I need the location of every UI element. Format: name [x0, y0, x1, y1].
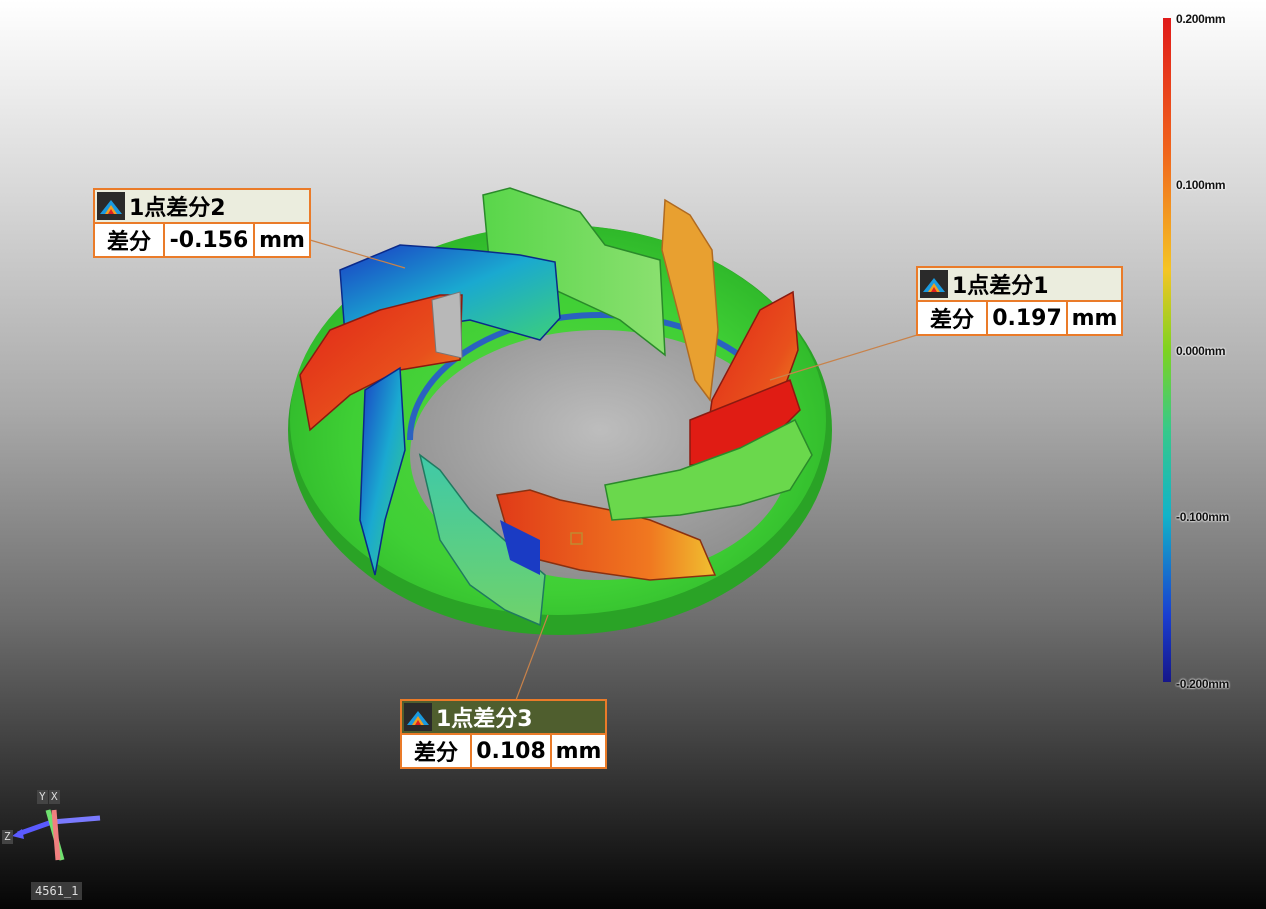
- x-axis-line: [51, 809, 61, 861]
- deviation-map-icon: [920, 270, 948, 298]
- callout-unit: mm: [1071, 305, 1118, 331]
- callout-value: -0.156: [165, 224, 255, 256]
- callout-unit: mm: [555, 738, 602, 764]
- callout-title: 1点差分2: [129, 196, 226, 221]
- axis-label-x: X: [49, 790, 60, 804]
- impeller-deviation-model[interactable]: [0, 0, 1266, 909]
- callout-label: 差分: [918, 302, 988, 334]
- callout-value-row: 差分 0.197 mm: [918, 302, 1121, 334]
- blade-left-gap: [431, 291, 463, 359]
- model-name-label: 4561_1: [31, 882, 83, 900]
- legend-label-high: 0.100mm: [1176, 178, 1226, 192]
- callout-header: 1点差分3: [402, 701, 605, 735]
- measurement-callout-1[interactable]: 1点差分1 差分 0.197 mm: [916, 266, 1123, 336]
- measurement-callout-2[interactable]: 1点差分2 差分 -0.156 mm: [93, 188, 311, 258]
- callout-value-row: 差分 -0.156 mm: [95, 224, 309, 256]
- callout-title: 1点差分1: [952, 274, 1049, 299]
- callout-header: 1点差分2: [95, 190, 309, 224]
- legend-label-max: 0.200mm: [1176, 12, 1226, 26]
- measurement-callout-3[interactable]: 1点差分3 差分 0.108 mm: [400, 699, 607, 769]
- deviation-map-icon: [97, 192, 125, 220]
- axis-label-z: Z: [2, 830, 13, 844]
- callout-value: 0.197: [988, 302, 1068, 334]
- color-scale-bar: [1163, 18, 1171, 682]
- legend-label-zero: 0.000mm: [1176, 344, 1226, 358]
- callout-header: 1点差分1: [918, 268, 1121, 302]
- callout-unit: mm: [259, 227, 305, 253]
- legend-label-low: -0.100mm: [1176, 510, 1229, 524]
- callout-value: 0.108: [472, 735, 552, 767]
- deviation-map-icon: [404, 703, 432, 731]
- 3d-viewport[interactable]: [0, 0, 1266, 909]
- callout-label: 差分: [402, 735, 472, 767]
- color-legend: 0.200mm 0.100mm 0.000mm -0.100mm -0.200m…: [1160, 12, 1260, 692]
- z-axis-line-front: [17, 819, 53, 837]
- z-axis-line: [51, 815, 101, 825]
- callout-value-row: 差分 0.108 mm: [402, 735, 605, 767]
- z-axis-arrow: [12, 829, 24, 839]
- callout-label: 差分: [95, 224, 165, 256]
- axis-label-y: Y: [37, 790, 48, 804]
- axis-triad[interactable]: Y X Z: [0, 780, 110, 870]
- callout-title: 1点差分3: [436, 707, 533, 732]
- legend-label-min: -0.200mm: [1176, 677, 1229, 691]
